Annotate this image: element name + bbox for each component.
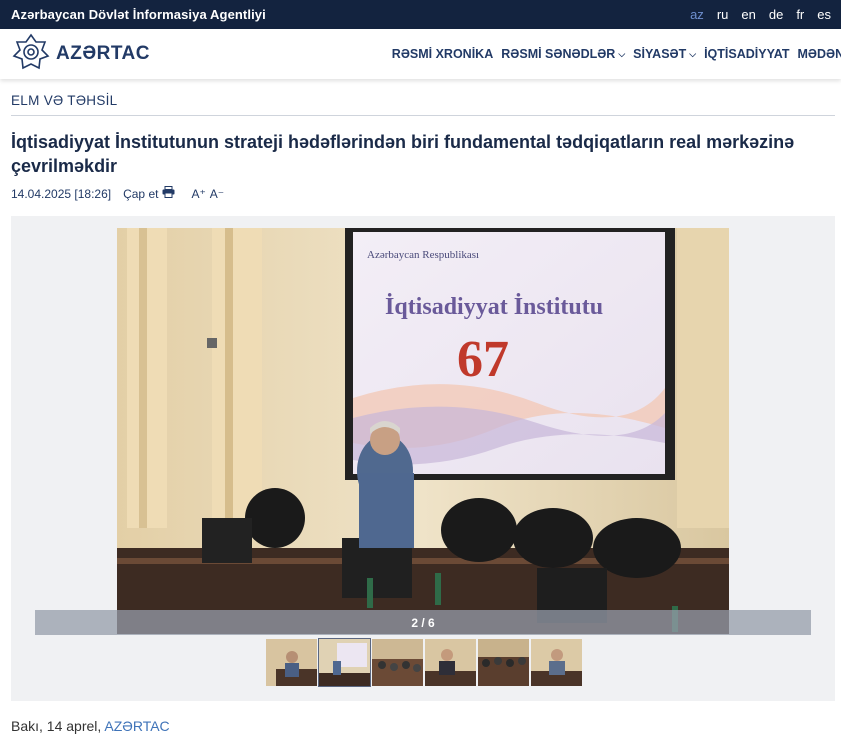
print-button[interactable]: Çap et <box>123 186 175 201</box>
top-bar: Azərbaycan Dövlət İnformasiya Agentliyi … <box>0 0 841 29</box>
font-decrease-button[interactable]: A⁻ <box>210 187 224 201</box>
photo-gallery: Azərbaycan Respublikası İqtisadiyyat İns… <box>11 216 835 701</box>
printer-icon <box>162 186 175 201</box>
gallery-thumbnail-6[interactable] <box>531 639 582 686</box>
nav-resmi-xronika[interactable]: RƏSMİ XRONİKA <box>392 47 493 61</box>
nav-iqtisadiyyat[interactable]: İQTİSADİYYAT <box>704 47 789 61</box>
lead-source-link[interactable]: AZƏRTAC <box>104 718 169 734</box>
slide-screen-title: İqtisadiyyat İnstitutu <box>385 294 603 320</box>
slide-screen-number: 67 <box>457 331 509 388</box>
font-increase-button[interactable]: A⁺ <box>191 187 205 201</box>
gallery-main-photo[interactable]: Azərbaycan Respublikası İqtisadiyyat İns… <box>117 228 729 634</box>
chevron-down-icon: ⌵ <box>618 48 626 59</box>
gallery-thumbnail-5[interactable] <box>478 639 529 686</box>
nav-label: MƏDƏNİYYƏT <box>797 47 841 61</box>
gallery-counter: 2 / 6 <box>411 615 435 630</box>
article-date: 14.04.2025 [18:26] <box>11 186 112 201</box>
nav-resmi-senedler[interactable]: RƏSMİ SƏNƏDLƏR ⌵ <box>501 47 625 61</box>
gallery-thumbnail-2[interactable] <box>318 638 371 687</box>
print-label: Çap et <box>123 186 159 201</box>
site-header: AZƏRTAC RƏSMİ XRONİKA RƏSMİ SƏNƏDLƏR ⌵ S… <box>0 29 841 79</box>
lang-ru[interactable]: ru <box>717 7 729 22</box>
agency-name: Azərbaycan Dövlət İnformasiya Agentliyi <box>11 7 266 22</box>
section-title: ELM VƏ TƏHSİL <box>11 93 835 116</box>
lang-de[interactable]: de <box>769 7 783 22</box>
main-nav: RƏSMİ XRONİKA RƏSMİ SƏNƏDLƏR ⌵ SİYASƏT ⌵… <box>392 47 841 61</box>
slide-screen-header: Azərbaycan Respublikası <box>367 249 479 261</box>
logo-emblem-icon <box>12 33 50 76</box>
language-switcher: az ru en de fr es <box>690 7 831 22</box>
gallery-thumbnails <box>266 638 582 687</box>
gallery-thumbnail-3[interactable] <box>372 639 423 686</box>
site-logo[interactable]: AZƏRTAC <box>12 33 150 76</box>
nav-label: SİYASƏT <box>633 47 687 61</box>
article-lead: Bakı, 14 aprel, AZƏRTAC <box>11 718 170 734</box>
article-meta: 14.04.2025 [18:26] Çap et A⁺ A⁻ <box>11 186 841 201</box>
lang-az[interactable]: az <box>690 7 704 22</box>
gallery-thumbnail-4[interactable] <box>425 639 476 686</box>
lang-es[interactable]: es <box>817 7 831 22</box>
lang-en[interactable]: en <box>741 7 755 22</box>
gallery-thumbnail-1[interactable] <box>266 639 317 686</box>
article-title: İqtisadiyyat İnstitutunun strateji hədəf… <box>11 132 795 176</box>
nav-siyaset[interactable]: SİYASƏT ⌵ <box>633 47 696 61</box>
nav-label: RƏSMİ XRONİKA <box>391 47 494 61</box>
nav-medeniyyet[interactable]: MƏDƏNİYYƏT <box>798 47 841 61</box>
logo-text: AZƏRTAC <box>56 43 150 64</box>
nav-label: İQTİSADİYYAT <box>704 47 790 61</box>
lead-location-date: Bakı, 14 aprel, <box>11 718 105 734</box>
chevron-down-icon: ⌵ <box>689 48 697 59</box>
nav-label: RƏSMİ SƏNƏDLƏR <box>501 47 616 61</box>
lang-fr[interactable]: fr <box>796 7 804 22</box>
gallery-counter-bar: 2 / 6 <box>35 610 811 635</box>
section-link[interactable]: ELM VƏ TƏHSİL <box>11 93 118 108</box>
